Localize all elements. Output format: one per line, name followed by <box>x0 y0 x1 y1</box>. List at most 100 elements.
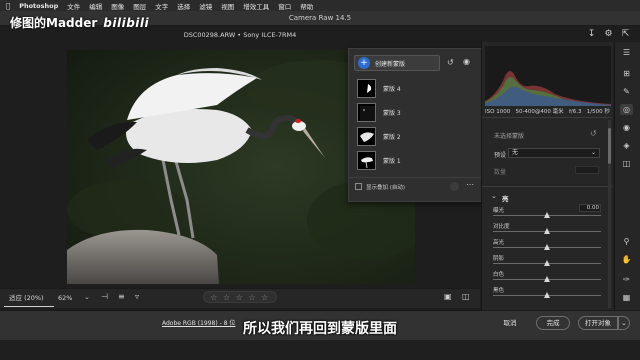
slider-row[interactable]: 曝光 0.00 <box>491 204 603 220</box>
open-object-button[interactable]: 打开对象 <box>578 316 618 330</box>
before-after-icon[interactable]: ◫ <box>462 292 470 301</box>
save-icon[interactable]: ↧ <box>586 29 597 40</box>
exif-shutter: 1/500 秒 <box>586 109 610 115</box>
slider-label: 黑色 <box>493 288 505 294</box>
slider-handle[interactable] <box>543 227 550 234</box>
gear-icon[interactable]: ⚙ <box>603 29 614 40</box>
slider-label: 阴影 <box>493 256 505 262</box>
light-section-title: 亮 <box>502 195 509 203</box>
slider-handle[interactable] <box>543 275 550 282</box>
slider-row[interactable]: 白色0 <box>491 270 603 284</box>
mask-item-1[interactable]: 蒙版 1 <box>349 149 483 171</box>
exif-iso: ISO 1000 <box>485 109 511 115</box>
zoom-fit-button[interactable]: 适应 (20%) <box>4 292 54 305</box>
mask-3-thumbnail <box>357 102 376 122</box>
mask-2-label: 蒙版 2 <box>383 133 401 141</box>
reset-icon[interactable]: ↺ <box>447 58 454 67</box>
filter-icon[interactable]: ▿ <box>135 292 139 301</box>
slider-value-field[interactable]: 0.00 <box>579 204 601 212</box>
masking-icon[interactable]: ◎ <box>620 104 633 115</box>
compare-icon[interactable]: ⊣ <box>101 292 108 301</box>
slider-row[interactable]: 高光0 <box>491 238 603 252</box>
overlay-color-swatch[interactable] <box>450 182 459 191</box>
slider-handle[interactable] <box>543 211 550 218</box>
preset-label: 预设 <box>494 152 507 159</box>
apple-icon[interactable]:  <box>6 2 10 10</box>
eye-icon[interactable]: ◉ <box>463 57 470 66</box>
zoom-chevron-icon[interactable]: ⌄ <box>84 293 90 301</box>
mask-1-label: 蒙版 1 <box>383 157 401 165</box>
menu-help[interactable]: 帮助 <box>300 1 313 11</box>
edit-icon[interactable]: ☰ <box>620 47 633 58</box>
healing-brush-icon[interactable]: ✎ <box>620 86 633 97</box>
slider-label: 白色 <box>493 272 505 278</box>
show-overlay-label: 显示叠加 (自动) <box>366 185 406 191</box>
chevron-down-icon[interactable]: ⌄ <box>491 192 497 200</box>
dock-strip <box>0 340 640 360</box>
menu-filter[interactable]: 滤镜 <box>199 1 212 11</box>
slider-label: 高光 <box>493 240 505 246</box>
reset-mask-icon[interactable]: ↺ <box>590 129 597 138</box>
mask-1-thumbnail <box>357 150 376 170</box>
video-watermark: 修图的Madder bilibili <box>10 14 149 31</box>
eyedropper-icon[interactable]: ✑ <box>620 274 633 285</box>
bilibili-logo: bilibili <box>103 15 150 30</box>
hand-icon[interactable]: ✋ <box>620 254 633 265</box>
slider-handle[interactable] <box>543 291 550 298</box>
zoom-icon[interactable]: ⚲ <box>620 236 633 247</box>
right-panel-scrollbar[interactable] <box>608 120 611 308</box>
mask-item-3[interactable]: 蒙版 3 <box>349 101 483 123</box>
cancel-button[interactable]: 取消 <box>494 316 526 330</box>
panel-divider <box>482 117 612 118</box>
star-rating[interactable]: ☆ ☆ ☆ ☆ ☆ <box>203 291 277 303</box>
amount-field[interactable] <box>575 166 599 174</box>
crop-icon[interactable]: ⊞ <box>620 68 633 79</box>
mask-item-2[interactable]: 蒙版 2 <box>349 125 483 147</box>
slider-handle[interactable] <box>543 259 550 266</box>
watermark-text: 修图的Madder <box>10 16 98 30</box>
snapshots-icon[interactable]: ◫ <box>620 158 633 169</box>
menu-type[interactable]: 文字 <box>155 1 168 11</box>
menu-file[interactable]: 文件 <box>67 1 80 11</box>
slider-row[interactable]: 对比度0 <box>491 222 603 236</box>
mask-2-thumbnail <box>357 126 376 146</box>
mask-panel: + 创建新蒙版 ↺ ◉ 蒙版 4 蒙版 3 蒙版 2 蒙版 1 显示叠加 (自动… <box>348 48 483 202</box>
exif-aperture: f/6.3 <box>568 109 582 115</box>
menu-layer[interactable]: 图层 <box>133 1 146 11</box>
scrollbar-thumb[interactable] <box>608 128 611 164</box>
slider-label: 对比度 <box>493 224 510 230</box>
sort-icon[interactable]: ≡ <box>118 292 125 301</box>
menu-view[interactable]: 视图 <box>221 1 234 11</box>
section-divider <box>482 186 612 187</box>
preset-select-value: 无 <box>512 149 519 156</box>
mac-menu-bar:  Photoshop 文件 编辑 图像 图层 文字 选择 滤镜 视图 增效工具… <box>0 0 640 11</box>
mask-3-label: 蒙版 3 <box>383 109 401 117</box>
done-button[interactable]: 完成 <box>536 316 570 330</box>
create-new-mask-button[interactable]: + 创建新蒙版 <box>354 55 440 71</box>
menu-plugins[interactable]: 增效工具 <box>243 1 269 11</box>
slider-row[interactable]: 黑色0 <box>491 286 603 300</box>
histogram <box>485 46 611 106</box>
menu-window[interactable]: 窗口 <box>278 1 291 11</box>
menu-edit[interactable]: 编辑 <box>89 1 102 11</box>
preset-select[interactable]: 无 ⌄ <box>508 148 600 158</box>
amount-label: 数量 <box>494 169 507 176</box>
menu-image[interactable]: 图像 <box>111 1 124 11</box>
slider-row[interactable]: 阴影0 <box>491 254 603 268</box>
fit-underline <box>4 306 54 307</box>
tool-rail <box>614 42 640 310</box>
grid-icon[interactable]: ▦ <box>620 292 633 303</box>
slider-handle[interactable] <box>543 243 550 250</box>
create-mask-label: 创建新蒙版 <box>375 60 406 68</box>
single-view-icon[interactable]: ▣ <box>444 292 452 301</box>
show-overlay-checkbox[interactable] <box>355 183 362 190</box>
file-info: DSC00298.ARW • Sony ILCE-7RM4 <box>183 31 297 39</box>
more-options-icon[interactable]: ⋯ <box>466 180 474 189</box>
menu-select[interactable]: 选择 <box>177 1 190 11</box>
presets-icon[interactable]: ◈ <box>620 140 633 151</box>
mask-4-label: 蒙版 4 <box>383 85 401 93</box>
red-eye-icon[interactable]: ◉ <box>620 122 633 133</box>
menu-app-name[interactable]: Photoshop <box>19 2 58 10</box>
mask-item-4[interactable]: 蒙版 4 <box>349 77 483 99</box>
fullscreen-icon[interactable]: ⇱ <box>620 29 631 40</box>
